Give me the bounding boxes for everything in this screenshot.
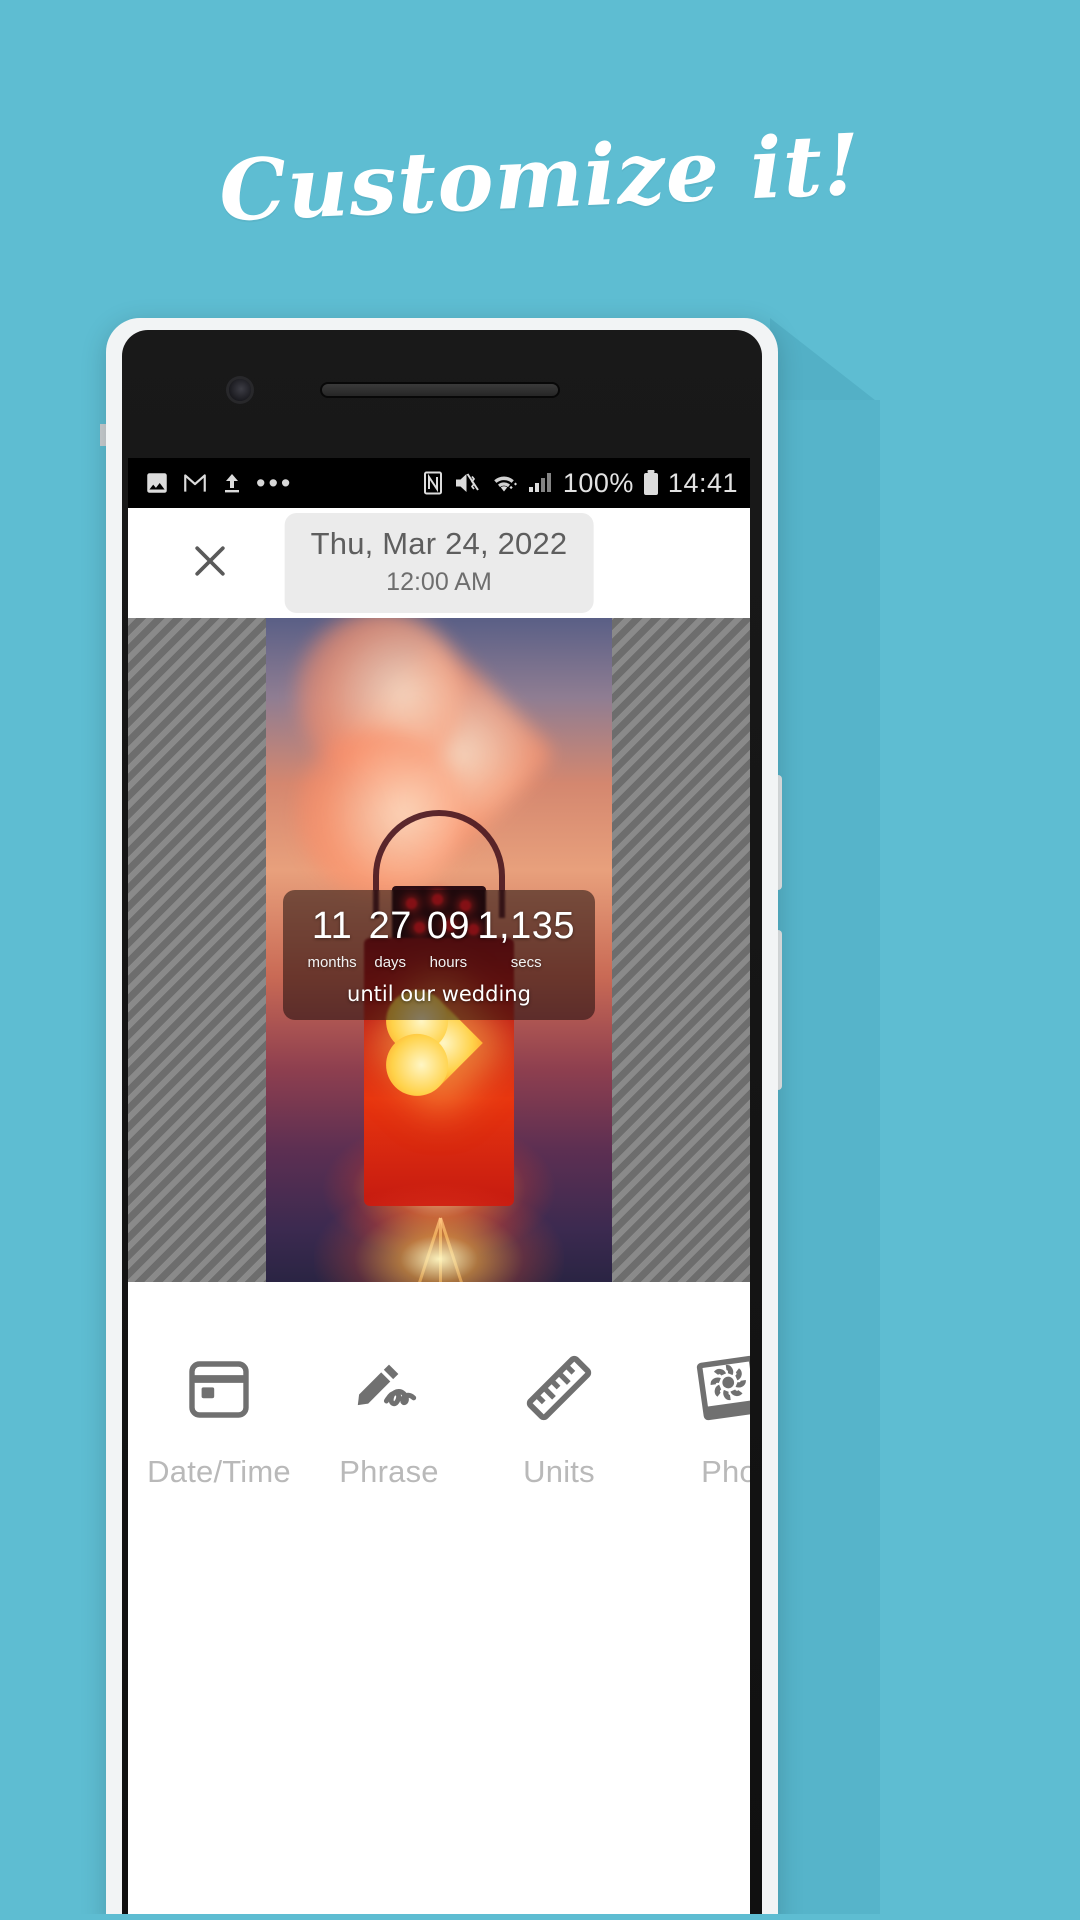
calendar-icon — [134, 1340, 304, 1436]
light-ray — [439, 1218, 442, 1282]
countdown-cell-months: 11 months — [303, 904, 361, 974]
status-bar: ••• 100% 14:41 — [128, 458, 750, 508]
bottom-toolbar: Date/Time Phrase Units Pho — [128, 1282, 750, 1920]
toolbar-item-phrase[interactable]: Phrase — [304, 1340, 474, 1490]
toolbar-item-datetime[interactable]: Date/Time — [134, 1340, 304, 1490]
time-label: 12:00 AM — [386, 568, 492, 596]
countdown-value: 27 — [368, 905, 412, 947]
countdown-unit-label: months — [307, 954, 357, 971]
countdown-cell-hours: 09 hours — [419, 904, 477, 974]
countdown-units-row: 11 months 27 days 09 hours 1,135 secs — [297, 904, 581, 974]
toolbar-items: Date/Time Phrase Units Pho — [128, 1340, 750, 1490]
ruler-icon — [474, 1340, 644, 1436]
nfc-icon — [421, 470, 445, 496]
page-title: Customize it! — [217, 114, 863, 241]
countdown-value: 11 — [311, 905, 353, 947]
datetime-pill[interactable]: Thu, Mar 24, 2022 12:00 AM — [284, 513, 594, 613]
countdown-cell-secs: 1,135 secs — [477, 904, 575, 974]
toolbar-label: Date/Time — [147, 1454, 291, 1489]
wifi-icon — [489, 470, 519, 496]
close-button[interactable] — [184, 537, 236, 589]
signal-icon — [527, 470, 555, 496]
phone-drop-shadow-fill — [770, 400, 880, 1920]
countdown-unit-label: days — [374, 954, 407, 971]
toolbar-item-photo[interactable]: Pho — [644, 1340, 750, 1490]
photo-frame-icon — [644, 1340, 750, 1436]
bottom-accent-strip — [0, 1914, 1080, 1920]
countdown-value: 1,135 — [477, 905, 576, 947]
status-bar-notifications: ••• — [144, 468, 294, 498]
gmail-icon — [182, 470, 208, 496]
clock-label: 14:41 — [667, 467, 738, 498]
app-header: Thu, Mar 24, 2022 12:00 AM — [128, 508, 750, 618]
toolbar-label: Phrase — [339, 1454, 439, 1489]
phone-screen: ••• 100% 14:41 Thu, Mar 24, 2022 12:00 A… — [128, 458, 750, 1920]
countdown-overlay[interactable]: 11 months 27 days 09 hours 1,135 secs un… — [283, 890, 595, 1020]
pen-signature-icon — [304, 1340, 474, 1436]
front-camera-icon — [229, 379, 251, 401]
upload-icon — [220, 471, 244, 495]
mute-vibrate-icon — [453, 470, 481, 496]
countdown-cell-days: 27 days — [361, 904, 419, 974]
photo-icon — [144, 470, 170, 496]
countdown-unit-label: secs — [510, 954, 542, 971]
toolbar-item-units[interactable]: Units — [474, 1340, 644, 1490]
battery-full-icon — [642, 469, 660, 497]
countdown-phrase: until our wedding — [347, 982, 531, 1006]
close-icon — [188, 539, 232, 588]
earpiece-speaker — [320, 382, 560, 398]
status-bar-system: 100% 14:41 — [421, 468, 738, 499]
toolbar-label: Units — [523, 1454, 595, 1489]
countdown-unit-label: hours — [429, 954, 468, 971]
photo-preview-area[interactable]: 11 months 27 days 09 hours 1,135 secs un… — [128, 618, 750, 1282]
countdown-value: 09 — [426, 905, 470, 947]
more-icon: ••• — [256, 468, 294, 498]
date-label: Thu, Mar 24, 2022 — [310, 526, 568, 561]
toolbar-label: Pho — [701, 1454, 750, 1489]
battery-percent-label: 100% — [562, 467, 634, 498]
